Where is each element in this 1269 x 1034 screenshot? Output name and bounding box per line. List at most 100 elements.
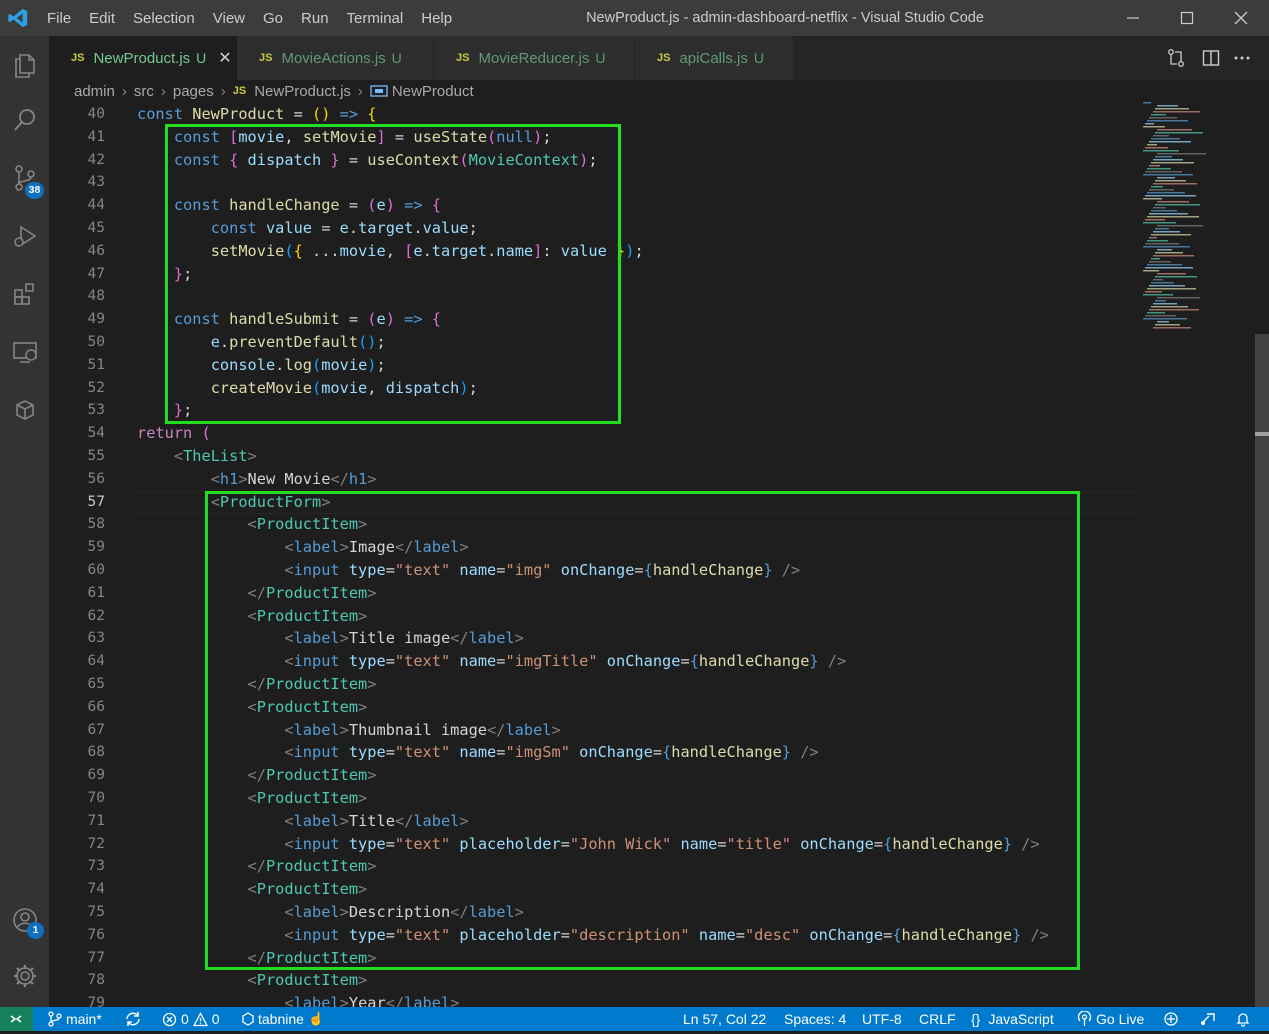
minimap-line bbox=[1149, 189, 1174, 191]
chevron-right-icon: › bbox=[357, 82, 363, 100]
minimap-line bbox=[1153, 135, 1169, 137]
tab-movieactions[interactable]: JS MovieActions.js U bbox=[237, 36, 433, 80]
tab-moviereducer[interactable]: JS MovieReducer.js U bbox=[434, 36, 634, 80]
warning-icon bbox=[192, 1011, 208, 1026]
minimap-line bbox=[1157, 153, 1206, 155]
source-control-button[interactable]: 38 bbox=[0, 155, 49, 201]
menu-terminal[interactable]: Terminal bbox=[347, 10, 404, 27]
code-line[interactable]: 79 <label>Year</label> bbox=[49, 992, 1139, 1007]
code-text: <h1>New Movie</h1> bbox=[210, 469, 377, 488]
remote-indicator[interactable] bbox=[0, 1007, 33, 1031]
minimap-line bbox=[1153, 111, 1200, 113]
code-line[interactable]: 54 return ( bbox=[49, 422, 1139, 445]
menu-help[interactable]: Help bbox=[421, 10, 452, 27]
code-line[interactable]: 78 <ProductItem> bbox=[49, 969, 1139, 992]
manage-button[interactable] bbox=[0, 953, 49, 999]
maximize-button[interactable] bbox=[1159, 0, 1215, 36]
menu-view[interactable]: View bbox=[213, 10, 245, 27]
untracked-indicator: U bbox=[196, 50, 207, 66]
minimap-line bbox=[1151, 234, 1191, 236]
eol-status[interactable]: CRLF bbox=[919, 1007, 956, 1031]
minimap-line bbox=[1151, 186, 1163, 188]
line-number: 76 bbox=[87, 926, 105, 943]
minimap-line bbox=[1151, 138, 1180, 140]
minimap-line bbox=[1145, 267, 1193, 269]
line-number: 66 bbox=[87, 698, 105, 715]
minimap-line bbox=[1155, 300, 1166, 302]
code-line[interactable]: 56 <h1>New Movie</h1> bbox=[49, 468, 1139, 491]
breadcrumb-pages[interactable]: pages bbox=[173, 83, 214, 100]
line-number: 43 bbox=[87, 174, 105, 191]
minimap-line bbox=[1143, 174, 1193, 176]
sync-button[interactable] bbox=[124, 1007, 142, 1031]
minimap-line bbox=[1153, 327, 1191, 329]
docker-button[interactable] bbox=[0, 387, 49, 433]
line-number: 74 bbox=[87, 881, 105, 898]
open-changes-button[interactable] bbox=[1166, 48, 1186, 73]
breadcrumb-src[interactable]: src bbox=[134, 83, 154, 100]
minimap-line bbox=[1151, 114, 1166, 116]
notifications-button[interactable] bbox=[1235, 1007, 1251, 1031]
js-file-icon: JS bbox=[232, 85, 247, 97]
breadcrumb-admin[interactable]: admin bbox=[74, 83, 115, 100]
minimap[interactable] bbox=[1139, 102, 1255, 1007]
close-window-button[interactable] bbox=[1213, 0, 1269, 36]
remote-explorer-button[interactable] bbox=[0, 329, 49, 375]
line-number: 70 bbox=[87, 790, 105, 806]
tabnine-hand-icon: ☝ bbox=[307, 1011, 325, 1026]
line-number: 69 bbox=[87, 767, 105, 784]
close-tab-icon[interactable]: ✕ bbox=[218, 48, 231, 68]
problems-status[interactable]: 0 0 bbox=[162, 1007, 220, 1031]
minimap-line bbox=[1143, 318, 1187, 320]
search-button[interactable] bbox=[0, 97, 49, 143]
breadcrumb-file[interactable]: NewProduct.js bbox=[254, 83, 351, 100]
encoding-status[interactable]: UTF-8 bbox=[862, 1007, 902, 1031]
accounts-button[interactable]: 1 bbox=[0, 897, 49, 943]
cursor-position[interactable]: Ln 57, Col 22 bbox=[683, 1007, 766, 1031]
go-live-button[interactable]: Go Live bbox=[1077, 1007, 1144, 1031]
minimap-line bbox=[1153, 231, 1180, 233]
line-number: 52 bbox=[87, 379, 105, 396]
feedback-button[interactable] bbox=[1199, 1007, 1217, 1031]
run-debug-button[interactable] bbox=[0, 213, 49, 259]
minimap-line bbox=[1149, 309, 1199, 311]
line-number: 40 bbox=[87, 106, 105, 122]
line-number: 55 bbox=[87, 448, 105, 464]
language-mode[interactable]: {} JavaScript bbox=[971, 1007, 1054, 1031]
minimap-line bbox=[1143, 246, 1190, 248]
code-line[interactable]: 40 const NewProduct = () => { bbox=[49, 103, 1139, 126]
highlight-box-form bbox=[205, 491, 1080, 970]
menu-run[interactable]: Run bbox=[301, 10, 329, 27]
more-actions-button[interactable] bbox=[1232, 48, 1252, 73]
minimap-line bbox=[1157, 177, 1175, 179]
code-line[interactable]: 55 <TheList> bbox=[49, 445, 1139, 468]
highlight-box-handlers bbox=[165, 124, 621, 424]
branch-status[interactable]: main* bbox=[48, 1007, 102, 1031]
ellipsis-icon bbox=[1234, 56, 1250, 60]
minimap-line bbox=[1157, 105, 1178, 107]
tab-apicalls[interactable]: JS apiCalls.js U bbox=[635, 36, 793, 80]
split-editor-icon bbox=[1202, 50, 1220, 66]
minimap-line bbox=[1155, 180, 1186, 182]
menu-edit[interactable]: Edit bbox=[89, 10, 115, 27]
extensions-button[interactable] bbox=[0, 271, 49, 317]
minimap-line bbox=[1143, 150, 1179, 152]
menu-go[interactable]: Go bbox=[263, 10, 283, 27]
menu-selection[interactable]: Selection bbox=[133, 10, 195, 27]
indentation-status[interactable]: Spaces: 4 bbox=[784, 1007, 846, 1031]
explorer-button[interactable] bbox=[0, 42, 49, 88]
tabnine-status[interactable]: tabnine ☝ bbox=[242, 1007, 324, 1031]
minimap-line bbox=[1157, 129, 1192, 131]
minimap-line bbox=[1149, 237, 1157, 239]
chevron-right-icon: › bbox=[121, 82, 127, 100]
menu-file[interactable]: File bbox=[47, 10, 71, 27]
scrollbar[interactable] bbox=[1255, 102, 1269, 1007]
split-editor-button[interactable] bbox=[1201, 48, 1221, 73]
breadcrumb-symbol[interactable]: NewProduct bbox=[392, 83, 474, 100]
minimap-line bbox=[1151, 162, 1194, 164]
minimap-line bbox=[1145, 147, 1168, 149]
tab-newproduct[interactable]: JS NewProduct.js U ✕ bbox=[49, 36, 241, 80]
minimize-button[interactable] bbox=[1105, 0, 1161, 36]
line-number: 59 bbox=[87, 539, 105, 556]
live-share-button[interactable] bbox=[1162, 1007, 1180, 1031]
